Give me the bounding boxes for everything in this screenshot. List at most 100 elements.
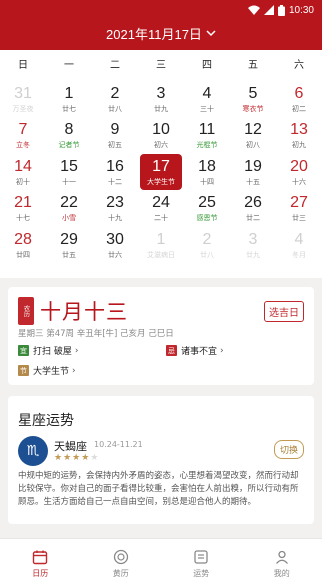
star-icon: ★ <box>72 453 82 463</box>
calendar-panel: 日 一 二 三 四 五 六 31 万圣夜 1 廿七 2 廿八 3 廿九 4 三十 5 寒衣节 6 初二 7 立… <box>0 50 322 278</box>
calendar-day[interactable]: 9 初五 <box>92 118 138 154</box>
calendar-day[interactable]: 10 初六 <box>138 118 184 154</box>
calendar-day[interactable]: 29 廿五 <box>46 227 92 263</box>
calendar-day[interactable]: 8 记者节 <box>46 118 92 154</box>
yi-item[interactable]: 宜 打扫 破屋 › <box>18 344 78 357</box>
day-number: 10 <box>152 121 170 138</box>
calendar-day[interactable]: 23 十九 <box>92 191 138 227</box>
day-number: 3 <box>156 84 166 102</box>
calendar-day[interactable]: 26 廿二 <box>230 191 276 227</box>
horoscope-description: 中规中矩的运势，会保持内外矛盾的姿态，心里想着渴望改变，然而行动却比较保守。你对… <box>18 471 299 507</box>
calendar-day[interactable]: 4 三十 <box>184 81 230 117</box>
tab-fortune[interactable]: 运势 <box>161 539 242 588</box>
ji-text: 诸事不宜 <box>181 347 218 357</box>
tab-almanac[interactable]: 黄历 <box>81 539 162 588</box>
calendar-day[interactable]: 13 初九 <box>276 118 322 154</box>
weekday-label: 四 <box>202 60 212 71</box>
month-selector[interactable]: 2021年11月17日 <box>0 24 322 43</box>
calendar-day[interactable]: 19 十五 <box>230 154 276 190</box>
day-number: 12 <box>244 121 262 138</box>
weekday-label: 三 <box>156 60 166 71</box>
calendar-day[interactable]: 2 廿八 <box>184 227 230 263</box>
chevron-down-icon[interactable] <box>206 30 216 37</box>
calendar-day[interactable]: 11 光棍节 <box>184 118 230 154</box>
chevron-right-icon: › <box>220 345 224 356</box>
day-number: 30 <box>106 230 124 248</box>
lunar-label: 立冬 <box>16 141 30 149</box>
calendar-day[interactable]: 2 廿八 <box>92 81 138 117</box>
fortune-icon <box>194 549 208 564</box>
day-number: 1 <box>64 84 74 102</box>
calendar-day[interactable]: 7 立冬 <box>0 118 46 154</box>
calendar-day[interactable]: 12 初八 <box>230 118 276 154</box>
day-number: 5 <box>248 84 258 102</box>
calendar-week-row: 21 十七 22 小雪 23 十九 24 二十 25 感恩节 26 廿二 27 廿三 <box>0 191 322 227</box>
calendar-day[interactable]: 6 初二 <box>276 81 322 117</box>
festival-tag: 节 <box>18 365 29 376</box>
lunar-label: 小雪 <box>62 214 76 222</box>
lunar-label: 廿四 <box>16 250 30 259</box>
day-number: 23 <box>106 194 124 211</box>
day-number: 21 <box>14 194 32 211</box>
sign-dates: 10.24-11.21 <box>94 440 143 449</box>
calendar-day[interactable]: 20 十六 <box>276 154 322 190</box>
lunar-label: 三十 <box>200 104 214 113</box>
day-number: 9 <box>110 121 120 138</box>
day-number: 25 <box>198 194 216 211</box>
day-number: 18 <box>198 157 216 175</box>
lunar-label: 廿五 <box>62 250 76 259</box>
status-time: 10:30 <box>288 4 314 16</box>
calendar-day[interactable]: 27 廿三 <box>276 191 322 227</box>
calendar-day[interactable]: 16 十二 <box>92 154 138 190</box>
day-number: 28 <box>14 230 32 248</box>
lunar-label: 寒衣节 <box>242 104 264 113</box>
horoscope-card[interactable]: 星座运势 ♏ 天蝎座 10.24-11.21 ★★★★★ 切换 中规中矩的运势，… <box>8 396 314 524</box>
calendar-day[interactable]: 28 廿四 <box>0 227 46 263</box>
day-number: 4 <box>294 230 304 248</box>
day-number: 7 <box>18 121 28 138</box>
calendar-day[interactable]: 18 十四 <box>184 154 230 190</box>
switch-sign-button[interactable]: 切换 <box>273 440 304 459</box>
calendar-week-row: 14 初十 15 十一 16 十二 17 大学生节 18 十四 19 十五 20 十六 <box>0 154 322 190</box>
lunar-label: 初八 <box>246 141 260 149</box>
pick-auspicious-day-button[interactable]: 选吉日 <box>264 301 304 322</box>
calendar-day[interactable]: 3 廿九 <box>138 81 184 117</box>
almanac-card[interactable]: 农历 十月十三 选吉日 星期三 第47周 辛丑年[牛] 己亥月 己巳日 宜 打扫… <box>8 287 314 385</box>
lunar-label: 初九 <box>292 141 306 149</box>
status-bar: 10:30 <box>247 3 314 17</box>
tab-profile[interactable]: 我的 <box>242 539 322 588</box>
weekday-label: 一 <box>64 60 74 71</box>
page-title[interactable]: 2021年11月17日 <box>106 24 202 43</box>
calendar-day[interactable]: 3 廿九 <box>230 227 276 263</box>
day-number: 17 <box>152 157 170 175</box>
calendar-day[interactable]: 4 冬月 <box>276 227 322 263</box>
calendar-day[interactable]: 21 十七 <box>0 191 46 227</box>
ji-item[interactable]: 忌 诸事不宜 › <box>166 344 224 357</box>
tab-calendar[interactable]: 日历 <box>0 539 81 588</box>
calendar-day[interactable]: 15 十一 <box>46 154 92 190</box>
lunar-label: 廿八 <box>200 250 214 259</box>
festival-item[interactable]: 节 大学生节 › <box>18 364 76 377</box>
calendar-icon <box>33 550 48 564</box>
calendar-day[interactable]: 5 寒衣节 <box>230 81 276 117</box>
calendar-week-row: 28 廿四 29 廿五 30 廿六 1 艾滋病日 2 廿八 3 廿九 4 冬月 <box>0 227 322 263</box>
day-number: 15 <box>60 157 78 175</box>
calendar-day[interactable]: 31 万圣夜 <box>0 81 46 117</box>
calendar-day[interactable]: 22 小雪 <box>46 191 92 227</box>
calendar-week-row: 7 立冬 8 记者节 9 初五 10 初六 11 光棍节 12 初八 13 初九 <box>0 118 322 154</box>
calendar-day[interactable]: 25 感恩节 <box>184 191 230 227</box>
chevron-right-icon: › <box>72 365 76 376</box>
lunar-date: 十月十三 <box>40 300 128 324</box>
calendar-day[interactable]: 14 初十 <box>0 154 46 190</box>
calendar-day[interactable]: 30 廿六 <box>92 227 138 263</box>
lunar-label: 十六 <box>292 177 306 186</box>
calendar-day[interactable]: 1 艾滋病日 <box>138 227 184 263</box>
calendar-grid: 31 万圣夜 1 廿七 2 廿八 3 廿九 4 三十 5 寒衣节 6 初二 7 立冬 8 记者节 9 初五 10 初六 11… <box>0 81 322 264</box>
calendar-day[interactable]: 1 廿七 <box>46 81 92 117</box>
calendar-day-selected[interactable]: 17 大学生节 <box>140 154 182 190</box>
tab-label: 运势 <box>193 568 210 578</box>
weekday-label: 五 <box>248 60 258 71</box>
calendar-day[interactable]: 24 二十 <box>138 191 184 227</box>
day-number: 3 <box>248 230 258 248</box>
day-number: 8 <box>64 121 74 138</box>
